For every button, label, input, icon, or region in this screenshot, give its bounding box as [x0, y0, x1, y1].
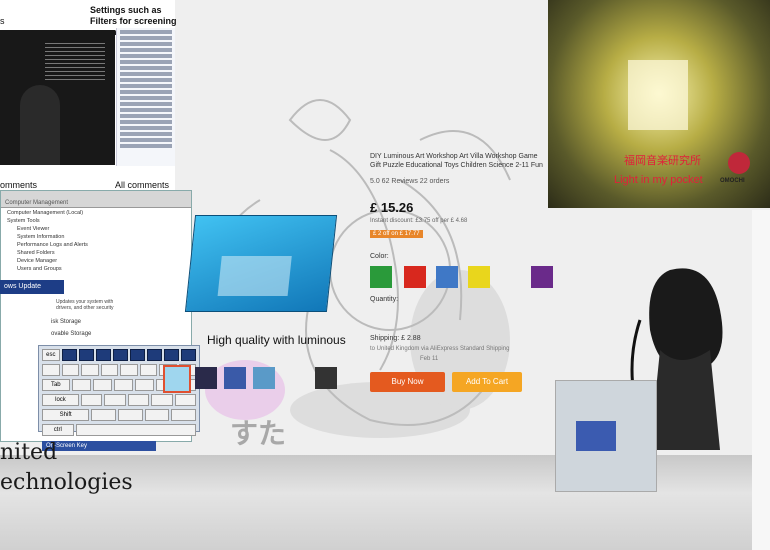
swatch-yellow[interactable] [468, 266, 490, 288]
key[interactable] [174, 394, 196, 406]
quantity-label: Quantity: [370, 296, 399, 303]
key[interactable] [120, 364, 138, 376]
key[interactable] [80, 394, 103, 406]
light-in-my-pocket: Light in my pocket [614, 174, 703, 186]
monitor [576, 421, 616, 451]
delivery-date: Feb 11 [420, 356, 439, 362]
jp-large-text: すた [230, 418, 287, 449]
aquarium-base [217, 256, 292, 296]
lock-key[interactable]: lock [42, 394, 79, 406]
key[interactable] [144, 409, 170, 421]
tree-item[interactable]: System Information [17, 234, 191, 240]
comment-list[interactable] [116, 28, 175, 166]
shift-key[interactable]: Shift [42, 409, 90, 421]
tab-key[interactable]: Tab [42, 379, 70, 391]
key[interactable] [151, 394, 173, 406]
buy-now-button[interactable]: Buy Now [370, 372, 445, 392]
f8-key[interactable] [180, 349, 197, 361]
thumbnail[interactable] [315, 367, 337, 389]
shipping-label: Shipping: £ 2.88 [370, 335, 421, 342]
thumbnail[interactable] [253, 367, 275, 389]
key[interactable] [92, 379, 112, 391]
key[interactable] [81, 364, 99, 376]
space-key[interactable] [75, 424, 196, 436]
key[interactable] [127, 394, 150, 406]
toolbar: Computer Management [1, 191, 191, 208]
key[interactable] [100, 364, 118, 376]
key[interactable] [61, 364, 79, 376]
f3-key[interactable] [95, 349, 111, 361]
tunnel-image: 福岡音楽研究所 Light in my pocket OMOCHI [548, 0, 770, 208]
update-notice: Updates your system with drivers, and ot… [56, 299, 114, 311]
discount-note: Instant discount: £3.75 off per £ 4.68 [370, 218, 468, 224]
tree-item[interactable]: Event Viewer [17, 226, 191, 232]
luminous-aquarium-image [184, 215, 338, 312]
f4-key[interactable] [112, 349, 128, 361]
tree-item[interactable]: Performance Logs and Alerts [17, 242, 191, 248]
comments-label: omments [0, 180, 38, 190]
technologies-text: echnologies [0, 470, 133, 495]
add-to-cart-button[interactable]: Add To Cart [452, 372, 522, 392]
shipping-detail: to United Kingdom via AliExpress Standar… [370, 346, 510, 352]
key[interactable] [91, 409, 116, 421]
product-title: DIY Luminous Art Workshop Art Villa Work… [370, 153, 543, 169]
key[interactable] [134, 379, 154, 391]
esc-key[interactable]: esc [42, 349, 60, 361]
f7-key[interactable] [163, 349, 179, 361]
swatch-blue[interactable] [436, 266, 458, 288]
windows-update-button[interactable]: ows Update [0, 280, 64, 294]
united-text: nited [0, 440, 58, 465]
video-figure [20, 85, 60, 165]
jp-title: 福岡音楽研究所 [624, 155, 701, 167]
luminous-caption: High quality with luminous [207, 333, 346, 347]
tree-item[interactable]: Device Manager [17, 258, 191, 264]
osk-titlebar[interactable]: On-Screen Key [42, 441, 156, 451]
logo-text: OMOCHI [720, 178, 745, 184]
coupon-badge[interactable]: £ 2 off on £ 17.77 [370, 230, 423, 238]
swatch-purple[interactable] [531, 266, 553, 288]
thumbnail[interactable] [224, 367, 246, 389]
key[interactable] [42, 364, 60, 376]
swatch-red[interactable] [404, 266, 426, 288]
tree-item[interactable]: System Tools [7, 218, 191, 224]
tunnel-light [628, 60, 688, 130]
f2-key[interactable] [78, 349, 94, 361]
key[interactable] [171, 409, 197, 421]
key[interactable] [104, 394, 126, 406]
video-player[interactable] [0, 30, 115, 165]
office-photo [555, 380, 657, 492]
window-title: Computer Management [5, 200, 69, 206]
s-label: s [0, 16, 5, 26]
tree-item[interactable]: Users and Groups [17, 266, 191, 272]
thumbnail[interactable] [195, 367, 217, 389]
color-label: Color: [370, 253, 389, 260]
key[interactable] [118, 409, 143, 421]
removable-storage[interactable]: ovable Storage [51, 331, 91, 337]
tree-item[interactable]: Shared Folders [17, 250, 191, 256]
video-comment-overlay [45, 40, 105, 80]
ctrl-key[interactable]: ctrl [42, 424, 74, 436]
key[interactable] [71, 379, 91, 391]
disk-storage[interactable]: isk Storage [51, 319, 81, 325]
edge-strip [752, 210, 770, 550]
key[interactable] [139, 364, 157, 376]
anime-avatar [728, 152, 750, 174]
tree-item[interactable]: Computer Management (Local) [7, 210, 191, 216]
product-price: £ 15.26 [370, 200, 414, 215]
video-comments-panel: s Settings such as Filters for screening… [0, 0, 177, 190]
f6-key[interactable] [146, 349, 162, 361]
product-reviews[interactable]: 5.0 62 Reviews 22 orders [370, 178, 449, 185]
swatch-green[interactable] [370, 266, 392, 288]
key[interactable] [113, 379, 133, 391]
thumbnail-selected[interactable] [163, 365, 191, 393]
f1-key[interactable] [61, 349, 77, 361]
f5-key[interactable] [129, 349, 145, 361]
all-comments-label: All comments [115, 180, 170, 190]
